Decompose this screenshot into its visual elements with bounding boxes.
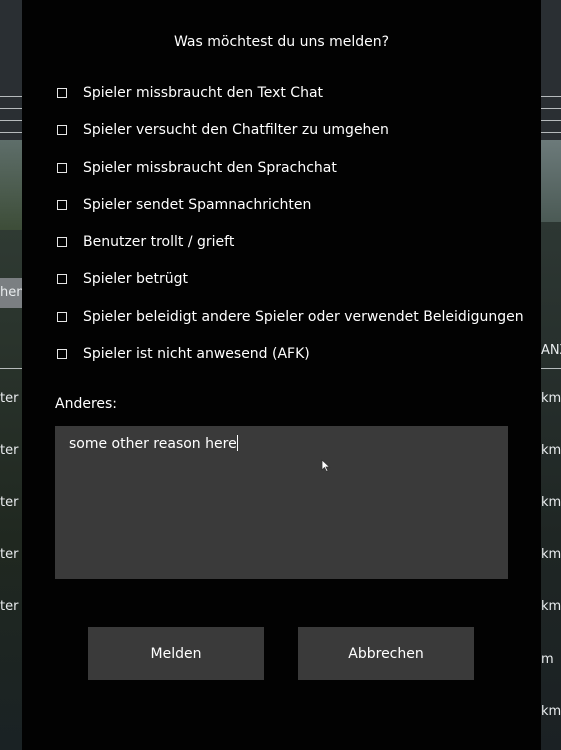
bg-right-row: km: [541, 391, 561, 406]
bg-left-row: ter: [0, 391, 19, 406]
option-label: Benutzer trollt / grieft: [83, 234, 235, 250]
option-label: Spieler missbraucht den Sprachchat: [83, 160, 337, 176]
bg-right-row: km: [541, 443, 561, 458]
background-left: hen ter ter ter ter ter: [0, 0, 22, 750]
option-label: Spieler beleidigt andere Spieler oder ve…: [83, 309, 524, 325]
dialog-title: Was möchtest du uns melden?: [173, 34, 390, 50]
report-option-chatfilter[interactable]: Spieler versucht den Chatfilter zu umgeh…: [57, 120, 389, 140]
checkbox[interactable]: [57, 88, 67, 98]
report-option-afk[interactable]: Spieler ist nicht anwesend (AFK): [57, 344, 310, 364]
report-option-voice-chat[interactable]: Spieler missbraucht den Sprachchat: [57, 158, 337, 178]
bg-left-row: ter: [0, 443, 19, 458]
other-reason-label: Anderes:: [55, 396, 118, 412]
bg-right-row: km: [541, 599, 561, 614]
option-label: Spieler betrügt: [83, 271, 188, 287]
option-label: Spieler ist nicht anwesend (AFK): [83, 346, 310, 362]
checkbox[interactable]: [57, 237, 67, 247]
report-option-insults[interactable]: Spieler beleidigt andere Spieler oder ve…: [57, 307, 524, 327]
checkbox[interactable]: [57, 125, 67, 135]
other-reason-textarea[interactable]: some other reason here: [55, 426, 508, 579]
checkbox[interactable]: [57, 349, 67, 359]
checkbox[interactable]: [57, 163, 67, 173]
mouse-pointer-icon: [321, 458, 331, 477]
bg-left-row: ter: [0, 599, 19, 614]
report-option-cheating[interactable]: Spieler betrügt: [57, 269, 188, 289]
report-option-spam[interactable]: Spieler sendet Spamnachrichten: [57, 195, 311, 215]
text-caret: [236, 435, 238, 451]
submit-report-button[interactable]: Melden: [88, 627, 264, 680]
other-reason-value: some other reason here: [69, 436, 237, 452]
bg-right-row: km: [541, 495, 561, 510]
bg-left-row: ter: [0, 547, 19, 562]
report-option-text-chat[interactable]: Spieler missbraucht den Text Chat: [57, 83, 323, 103]
bg-left-row: hen: [0, 285, 22, 300]
checkbox[interactable]: [57, 312, 67, 322]
report-dialog: Was möchtest du uns melden? Spieler miss…: [22, 0, 541, 750]
bg-right-row: km: [541, 704, 561, 719]
option-label: Spieler sendet Spamnachrichten: [83, 197, 312, 213]
checkbox[interactable]: [57, 200, 67, 210]
option-label: Spieler missbraucht den Text Chat: [83, 85, 324, 101]
cancel-button[interactable]: Abbrechen: [298, 627, 474, 680]
checkbox[interactable]: [57, 274, 67, 284]
background-right: ANZ km km km km km m km: [541, 0, 561, 750]
report-option-trolling[interactable]: Benutzer trollt / grieft: [57, 232, 234, 252]
bg-right-row: km: [541, 547, 561, 562]
option-label: Spieler versucht den Chatfilter zu umgeh…: [83, 122, 389, 138]
bg-left-row: ter: [0, 495, 19, 510]
bg-right-row: ANZ: [541, 343, 561, 358]
bg-right-row: m: [541, 652, 554, 667]
